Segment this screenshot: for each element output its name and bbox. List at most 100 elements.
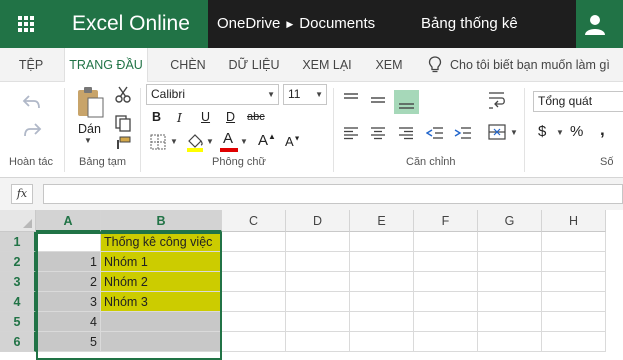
tab-data[interactable]: DỮ LIỆU [222,48,286,82]
cell-d5[interactable] [286,312,350,332]
copy-icon[interactable] [114,114,132,132]
double-underline-button[interactable]: D [226,110,235,124]
fill-color-icon[interactable] [186,132,204,152]
row-header-6[interactable]: 6 [0,332,36,352]
increase-indent-icon[interactable] [454,126,472,140]
cell-f6[interactable] [414,332,478,352]
tab-home[interactable]: TRANG ĐẦU [64,48,148,83]
cell-e6[interactable] [350,332,414,352]
italic-button[interactable]: I [177,110,182,125]
column-header-f[interactable]: F [414,210,478,232]
cell-e5[interactable] [350,312,414,332]
column-header-a[interactable]: A [36,210,101,232]
format-painter-icon[interactable] [114,136,132,150]
cell-c1[interactable] [222,232,286,252]
chevron-down-icon[interactable]: ▼ [206,137,214,146]
column-header-d[interactable]: D [286,210,350,232]
cell-g2[interactable] [478,252,542,272]
cell-e4[interactable] [350,292,414,312]
font-color-button[interactable]: A [220,130,238,152]
chevron-down-icon[interactable]: ▼ [556,128,564,137]
breadcrumb-onedrive[interactable]: OneDrive [208,0,280,48]
cell-b2[interactable]: Nhóm 1 [101,252,222,272]
cell-e1[interactable] [350,232,414,252]
cell-f4[interactable] [414,292,478,312]
bold-button[interactable]: B [152,110,161,124]
cell-f5[interactable] [414,312,478,332]
column-header-g[interactable]: G [478,210,542,232]
row-header-1[interactable]: 1 [0,232,36,252]
cell-g4[interactable] [478,292,542,312]
row-header-2[interactable]: 2 [0,252,36,272]
breadcrumb-documents[interactable]: Documents [299,0,375,48]
cell-g1[interactable] [478,232,542,252]
align-middle-icon[interactable] [370,94,386,106]
percent-button[interactable]: % [570,123,583,140]
tell-me-box[interactable]: Cho tôi biết bạn muốn làm gì [428,48,610,82]
strikethrough-button[interactable]: abc [247,111,265,123]
decrease-font-size-button[interactable]: A▼ [285,134,301,149]
cell-f3[interactable] [414,272,478,292]
merge-cells-icon[interactable] [488,124,506,140]
cell-g6[interactable] [478,332,542,352]
cell-g5[interactable] [478,312,542,332]
column-header-b[interactable]: B [101,210,222,232]
redo-icon[interactable] [22,122,42,138]
cell-h6[interactable] [542,332,606,352]
account-button[interactable] [576,0,623,48]
cell-b5[interactable] [101,312,222,332]
cell-b4[interactable]: Nhóm 3 [101,292,222,312]
cell-a6[interactable]: 5 [36,332,101,352]
paste-label[interactable]: Dán [78,122,101,136]
cell-b1[interactable]: Thống kê công việc [101,232,222,252]
cell-c3[interactable] [222,272,286,292]
align-top-icon[interactable] [343,92,359,104]
underline-button[interactable]: U [201,110,210,124]
chevron-down-icon[interactable]: ▼ [240,137,248,146]
cell-b3[interactable]: Nhóm 2 [101,272,222,292]
cell-d2[interactable] [286,252,350,272]
tab-insert[interactable]: CHÈN [160,48,216,82]
app-launcher-button[interactable] [0,0,52,48]
cell-h4[interactable] [542,292,606,312]
cut-icon[interactable] [114,86,132,104]
cell-h5[interactable] [542,312,606,332]
cell-d4[interactable] [286,292,350,312]
align-right-icon[interactable] [398,126,414,140]
cell-c6[interactable] [222,332,286,352]
cell-e3[interactable] [350,272,414,292]
cell-a3[interactable]: 2 [36,272,101,292]
row-header-3[interactable]: 3 [0,272,36,292]
comma-style-button[interactable]: , [600,120,605,140]
app-name[interactable]: Excel Online [52,0,208,48]
column-header-e[interactable]: E [350,210,414,232]
font-name-select[interactable]: Calibri ▼ [146,84,279,105]
font-size-select[interactable]: 11 ▼ [283,84,327,105]
tab-review[interactable]: XEM LẠI [296,48,358,82]
decrease-indent-icon[interactable] [426,126,444,140]
wrap-text-icon[interactable] [488,90,506,110]
cell-c5[interactable] [222,312,286,332]
cell-a2[interactable]: 1 [36,252,101,272]
column-header-c[interactable]: C [222,210,286,232]
document-title[interactable]: Bảng thống kê [421,0,518,48]
cell-a5[interactable]: 4 [36,312,101,332]
cell-d1[interactable] [286,232,350,252]
align-bottom-button[interactable] [394,90,419,114]
cell-c2[interactable] [222,252,286,272]
tab-view[interactable]: XEM [364,48,414,82]
align-center-icon[interactable] [370,126,386,140]
row-header-5[interactable]: 5 [0,312,36,332]
chevron-down-icon[interactable]: ▼ [170,137,178,146]
cell-h3[interactable] [542,272,606,292]
increase-font-size-button[interactable]: A▲ [258,132,276,149]
cell-f2[interactable] [414,252,478,272]
chevron-down-icon[interactable]: ▼ [84,136,92,145]
formula-input[interactable] [43,184,623,204]
cell-a4[interactable]: 3 [36,292,101,312]
cell-d3[interactable] [286,272,350,292]
insert-function-button[interactable]: fx [11,184,33,204]
tab-file[interactable]: TỆP [8,48,54,82]
cell-h1[interactable] [542,232,606,252]
cell-f1[interactable] [414,232,478,252]
